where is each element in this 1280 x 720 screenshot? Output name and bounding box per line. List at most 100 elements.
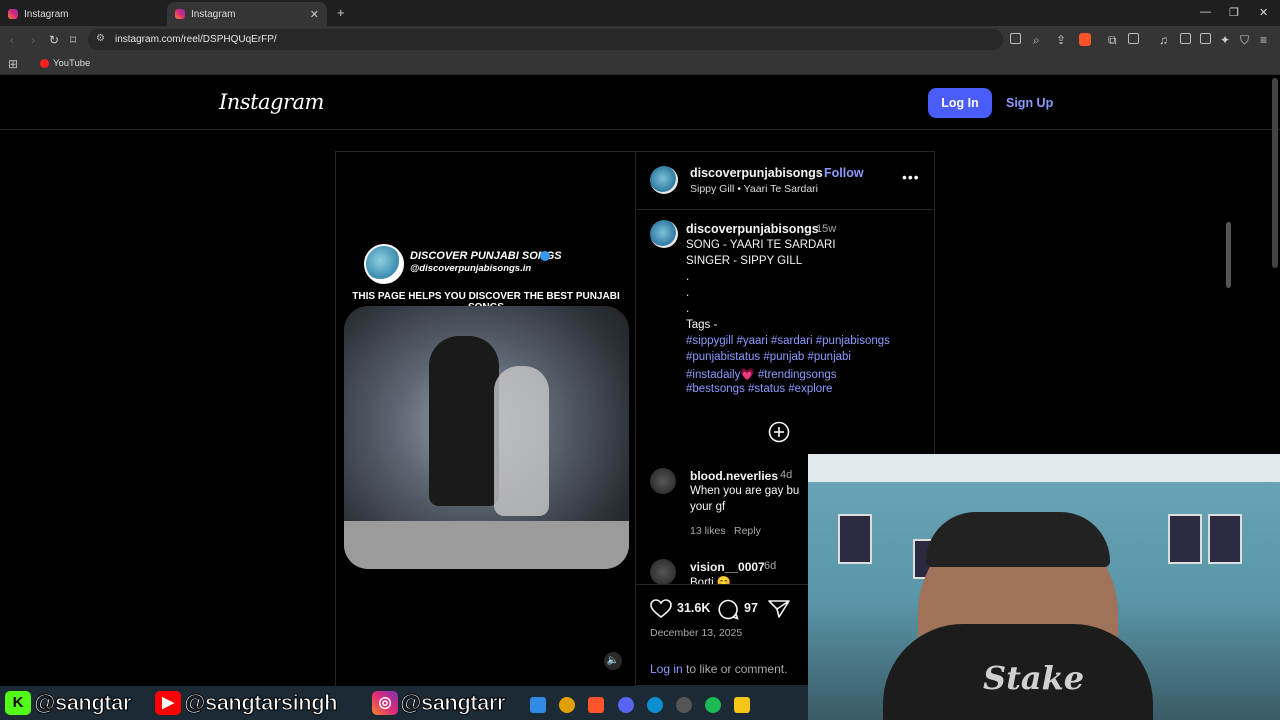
speaker-icon[interactable]: 🔈	[604, 652, 622, 670]
instagram-favicon-icon	[8, 9, 18, 19]
wallet2-icon[interactable]	[1200, 33, 1211, 44]
signup-button[interactable]: Sign Up	[1006, 88, 1053, 118]
follow-button[interactable]: Follow	[824, 166, 864, 180]
brave-icon[interactable]	[588, 697, 604, 713]
instagram-logo[interactable]: Instagram	[219, 90, 324, 114]
video-channel-handle: @discoverpunjabisongs.in	[410, 263, 532, 274]
wall-poster	[1168, 514, 1202, 564]
url-text: instagram.com/reel/DSPHQUqErFP/	[115, 34, 277, 45]
hashtag-line[interactable]: #sippygill #yaari #sardari #punjabisongs	[686, 335, 890, 347]
webcam-overlay: Stake	[808, 454, 1280, 720]
comment-text: When you are gay bu	[690, 485, 800, 497]
comment-username[interactable]: blood.neverlies	[690, 469, 778, 483]
comment-avatar[interactable]	[650, 559, 676, 585]
comment-reply-button[interactable]: Reply	[734, 525, 761, 537]
close-window-icon[interactable]: ✕	[1259, 6, 1268, 19]
caption-line: SONG - YAARI TE SARDARI	[686, 239, 836, 251]
audio-link[interactable]: Sippy Gill • Yaari Te Sardari	[690, 183, 818, 195]
media-icon[interactable]: ♫	[1159, 33, 1168, 47]
video-figure	[494, 366, 549, 516]
likes-count[interactable]: 31.6K	[677, 601, 710, 615]
windows-start-icon[interactable]	[530, 697, 546, 713]
zoom-icon[interactable]: ⌕	[1033, 33, 1040, 48]
caption-avatar[interactable]	[650, 220, 678, 248]
cast-icon[interactable]	[1010, 33, 1021, 44]
instagram-icon: ◎	[372, 691, 398, 715]
comment-bubble-icon[interactable]	[718, 599, 739, 620]
kick-handle: @sangtar	[34, 690, 132, 716]
chrome-icon[interactable]	[559, 697, 575, 713]
sidebar-icon[interactable]	[1180, 33, 1191, 44]
new-tab-icon[interactable]: +	[337, 5, 345, 20]
obs-icon[interactable]	[676, 697, 692, 713]
wallet-icon[interactable]	[1128, 33, 1139, 44]
caption-timestamp: 15w	[816, 223, 837, 235]
instagram-favicon-icon	[175, 9, 185, 19]
browser-tab-active[interactable]: Instagram ✕	[167, 2, 327, 26]
menu-icon[interactable]: ≡	[1260, 33, 1267, 47]
caption-line: .	[686, 271, 690, 283]
browser-tab-bar: Instagram Instagram ✕ + — ❐ ✕	[0, 0, 1280, 26]
tab-label: Instagram	[191, 8, 236, 20]
reel-video[interactable]: DISCOVER PUNJABI SONGS @discoverpunjabis…	[336, 152, 636, 687]
forward-icon[interactable]: ›	[31, 33, 35, 47]
share-send-icon[interactable]	[768, 599, 790, 619]
reload-icon[interactable]: ↻	[49, 33, 59, 47]
post-header: discoverpunjabisongs • Follow Sippy Gill…	[636, 152, 934, 210]
tab-label: Instagram	[24, 8, 69, 20]
webcam-ceiling	[808, 454, 1280, 482]
extensions-icon[interactable]: ⧉	[1108, 33, 1117, 48]
restore-icon[interactable]: ❐	[1229, 6, 1239, 19]
comment-text: your gf	[690, 501, 726, 513]
comment-username[interactable]: vision__0007	[690, 560, 765, 574]
separator-dot: •	[816, 166, 821, 180]
leo-ai-icon[interactable]: ✦	[1220, 33, 1230, 47]
site-settings-icon[interactable]: ⚙	[96, 33, 105, 44]
share-icon[interactable]: ⇪	[1056, 33, 1066, 47]
login-link[interactable]: Log in	[650, 662, 683, 676]
vpn-icon[interactable]: ⛉	[1240, 33, 1249, 48]
apps-grid-icon[interactable]: ⊞	[8, 57, 18, 71]
page-scrollbar[interactable]	[1272, 78, 1278, 268]
hashtag-line[interactable]: #punjabistatus #punjab #punjabi	[686, 351, 851, 363]
bookmark-icon[interactable]: ⌑	[70, 33, 76, 47]
browser-tab[interactable]: Instagram	[0, 2, 165, 26]
video-channel-title: DISCOVER PUNJABI SONGS	[410, 250, 562, 262]
browser-toolbar: ‹ › ↻ ⌑ instagram.com/reel/DSPHQUqErFP/ …	[0, 26, 1280, 53]
instagram-handle: @sangtarr	[400, 690, 506, 716]
address-bar[interactable]: instagram.com/reel/DSPHQUqErFP/	[88, 29, 1003, 50]
more-options-icon[interactable]: •••	[902, 169, 920, 185]
like-heart-icon[interactable]	[650, 599, 672, 619]
comment-likes[interactable]: 13 likes	[690, 525, 726, 537]
scrollbar-thumb[interactable]	[1226, 222, 1231, 288]
owner-avatar[interactable]	[650, 166, 678, 194]
youtube-icon	[40, 59, 49, 68]
comments-count[interactable]: 97	[744, 601, 758, 615]
video-frame	[344, 306, 629, 569]
owner-username[interactable]: discoverpunjabisongs	[690, 166, 823, 180]
video-figure	[429, 336, 499, 506]
close-tab-icon[interactable]: ✕	[310, 8, 319, 21]
discord-icon[interactable]	[618, 697, 634, 713]
login-button[interactable]: Log In	[928, 88, 992, 118]
youtube-handle: @sangtarsingh	[183, 690, 338, 716]
login-prompt-text: to like or comment.	[682, 662, 788, 676]
verified-badge-icon	[540, 251, 550, 261]
login-prompt: Log in to like or comment.	[650, 662, 787, 676]
spotify-icon[interactable]	[705, 697, 721, 713]
caption-line: .	[686, 287, 690, 299]
bookmark-youtube[interactable]: YouTube	[53, 58, 90, 69]
comment-timestamp: 4d	[780, 469, 793, 481]
hashtag-line[interactable]: #instadaily💗 #trendingsongs	[686, 367, 837, 381]
comment-text: Borti 😊	[690, 577, 732, 584]
back-icon[interactable]: ‹	[10, 33, 14, 47]
file-explorer-icon[interactable]	[734, 697, 750, 713]
load-more-comments-icon[interactable]	[768, 421, 790, 443]
brave-shield-icon[interactable]	[1079, 33, 1091, 46]
edge-icon[interactable]	[647, 697, 663, 713]
hashtag-line[interactable]: #bestsongs #status #explore	[686, 383, 832, 395]
comment-avatar[interactable]	[650, 468, 676, 494]
minimize-icon[interactable]: —	[1200, 6, 1211, 18]
caption-line: Tags -	[686, 319, 718, 331]
caption-username[interactable]: discoverpunjabisongs	[686, 222, 819, 236]
